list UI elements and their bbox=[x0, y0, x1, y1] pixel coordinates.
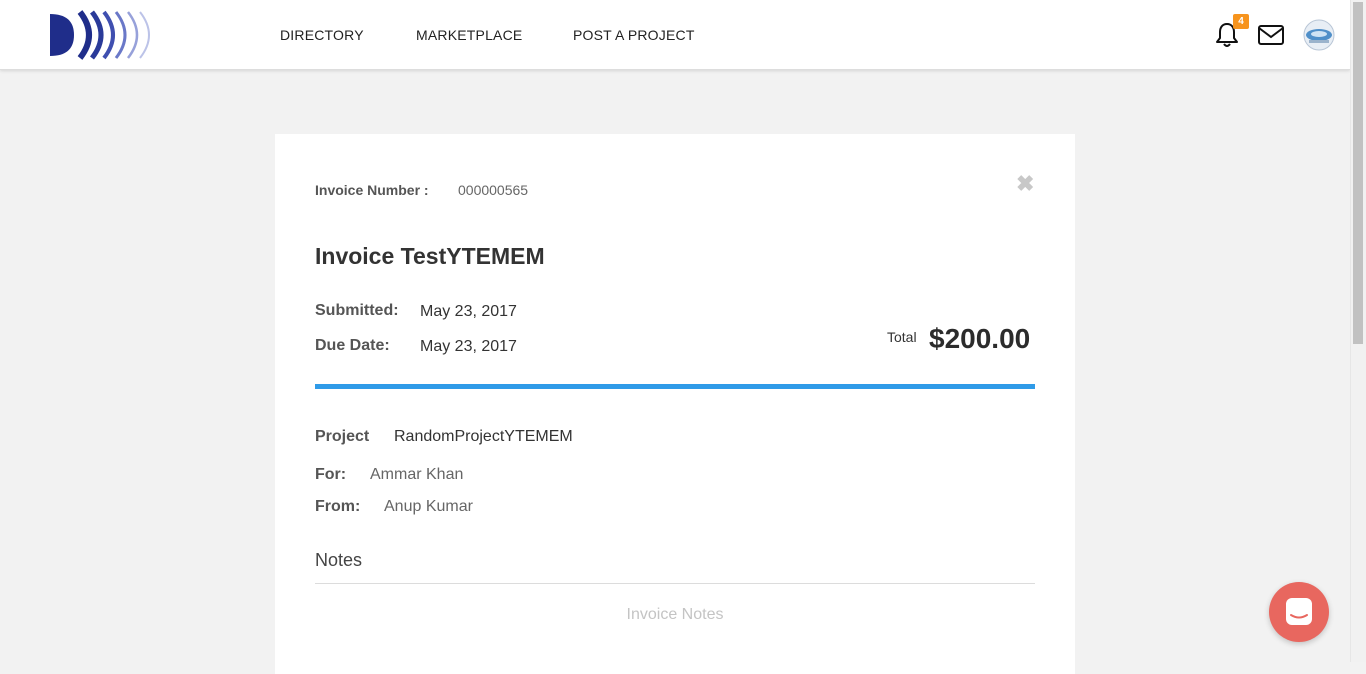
invoice-card bbox=[275, 134, 1075, 674]
due-date-value: May 23, 2017 bbox=[420, 338, 517, 355]
from-label: From: bbox=[315, 498, 361, 515]
invoice-number-value: 000000565 bbox=[458, 182, 529, 198]
scrollbar-thumb[interactable] bbox=[1353, 2, 1363, 344]
submitted-label: Submitted: bbox=[315, 302, 399, 319]
notification-badge: 4 bbox=[1233, 14, 1249, 29]
submitted-value: May 23, 2017 bbox=[420, 303, 517, 320]
chat-button[interactable] bbox=[1269, 582, 1329, 642]
total-label: Total bbox=[887, 329, 917, 345]
nav-marketplace[interactable]: MARKETPLACE bbox=[416, 27, 522, 43]
notes-placeholder[interactable]: Invoice Notes bbox=[315, 606, 1035, 624]
notes-divider bbox=[315, 583, 1035, 584]
logo-icon[interactable] bbox=[46, 8, 170, 62]
for-label: For: bbox=[315, 466, 347, 483]
notes-heading: Notes bbox=[315, 550, 363, 570]
accent-divider bbox=[315, 384, 1035, 389]
for-value: Ammar Khan bbox=[370, 466, 464, 483]
top-navbar: DIRECTORY MARKETPLACE POST A PROJECT 4 bbox=[0, 0, 1350, 70]
due-date-label: Due Date: bbox=[315, 337, 390, 354]
project-label: Project bbox=[315, 428, 370, 445]
from-value: Anup Kumar bbox=[384, 498, 473, 515]
mail-icon[interactable] bbox=[1257, 24, 1285, 46]
project-value: RandomProjectYTEMEM bbox=[394, 428, 573, 445]
scrollbar[interactable] bbox=[1350, 0, 1366, 662]
invoice-title: Invoice TestYTEMEM bbox=[315, 243, 545, 269]
invoice-number-label: Invoice Number : bbox=[315, 182, 429, 198]
chat-icon bbox=[1286, 598, 1312, 625]
nav-post-a-project[interactable]: POST A PROJECT bbox=[573, 27, 695, 43]
close-icon[interactable]: ✖ bbox=[1016, 173, 1034, 195]
nav-directory[interactable]: DIRECTORY bbox=[280, 27, 364, 43]
avatar-icon[interactable] bbox=[1303, 19, 1335, 51]
total-value: $200.00 bbox=[929, 323, 1031, 354]
